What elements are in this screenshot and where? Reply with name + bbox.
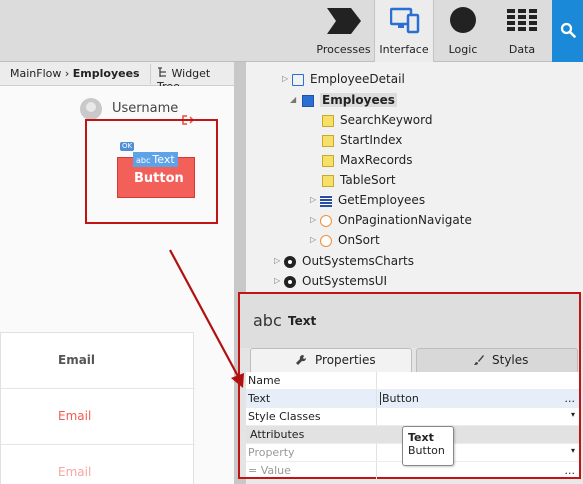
expand-arrow-icon[interactable]: ▷ bbox=[274, 256, 280, 265]
dropdown-arrow-icon[interactable]: ▾ bbox=[571, 410, 575, 419]
top-toolbar: Processes Interface Logic Data bbox=[0, 0, 583, 62]
tree-item-label: GetEmployees bbox=[338, 193, 426, 207]
property-key: Text bbox=[248, 392, 271, 405]
variable-icon bbox=[322, 175, 334, 187]
properties-header: abc Text bbox=[240, 294, 579, 348]
attributes-heading: Attributes bbox=[250, 428, 305, 441]
tab-properties[interactable]: Properties bbox=[250, 348, 412, 372]
grid-separator bbox=[376, 372, 377, 389]
text-chip-label: Text bbox=[152, 153, 175, 166]
dropdown-arrow-icon[interactable]: ▾ bbox=[571, 446, 575, 455]
action-icon bbox=[320, 215, 332, 227]
expand-arrow-icon[interactable]: ▷ bbox=[282, 74, 288, 83]
grid-separator bbox=[376, 390, 377, 407]
table-row[interactable]: Email bbox=[1, 389, 195, 445]
module-icon bbox=[284, 256, 296, 268]
widget-tree-button[interactable]: Widget Tree bbox=[150, 64, 234, 93]
avatar bbox=[80, 98, 102, 120]
tab-interface-label: Interface bbox=[379, 43, 429, 56]
tab-processes[interactable]: Processes bbox=[313, 0, 374, 62]
tooltip-value: Button bbox=[408, 444, 445, 457]
screen-icon bbox=[292, 74, 304, 86]
expression-editor-button[interactable]: ... bbox=[565, 464, 576, 477]
property-row-name[interactable]: Name bbox=[246, 372, 579, 390]
table-row[interactable]: Email bbox=[1, 445, 195, 484]
property-key: Style Classes bbox=[248, 410, 321, 423]
table-header-row: Email bbox=[1, 333, 195, 389]
properties-title: Text bbox=[288, 314, 317, 328]
attribute-property-key: Property bbox=[248, 446, 295, 459]
expand-arrow-icon[interactable]: ▷ bbox=[310, 235, 316, 244]
tree-item-label: Employees bbox=[320, 93, 397, 107]
variable-icon bbox=[322, 135, 334, 147]
attribute-value-key: = Value bbox=[248, 464, 291, 477]
tree-item-label: OnSort bbox=[338, 233, 380, 247]
tooltip-title: Text bbox=[408, 431, 434, 444]
property-row-style-classes[interactable]: Style Classes ▾ bbox=[246, 408, 579, 426]
grid-separator bbox=[376, 408, 377, 425]
tooltip: Text Button bbox=[402, 426, 454, 466]
tab-data-label: Data bbox=[508, 43, 536, 56]
interface-icon bbox=[390, 7, 420, 34]
breadcrumb: MainFlow › Employees Widget Tree bbox=[0, 62, 234, 93]
property-value-input[interactable]: Button bbox=[380, 392, 419, 405]
data-icon bbox=[507, 9, 537, 31]
variable-icon bbox=[322, 155, 334, 167]
breadcrumb-flow[interactable]: MainFlow bbox=[10, 67, 61, 80]
tab-logic-label: Logic bbox=[448, 43, 478, 56]
search-button[interactable] bbox=[552, 0, 583, 62]
tree-item-label: EmployeeDetail bbox=[310, 72, 405, 86]
text-widget-chip[interactable]: abc Text bbox=[133, 152, 178, 167]
expand-arrow-icon[interactable]: ▷ bbox=[310, 215, 316, 224]
processes-icon bbox=[327, 8, 361, 34]
table-cell-email: Email bbox=[58, 465, 92, 479]
interface-tree: ▷ EmployeeDetail ◢ Employees SearchKeywo… bbox=[246, 62, 583, 294]
wrench-icon bbox=[296, 354, 307, 365]
property-row-text[interactable]: Text Button ... bbox=[246, 390, 579, 408]
table-header-email: Email bbox=[58, 353, 96, 367]
tree-item-label: OutSystemsCharts bbox=[302, 254, 414, 268]
tab-processes-label: Processes bbox=[316, 43, 371, 56]
tree-item-label: OutSystemsUI bbox=[302, 274, 388, 288]
expression-editor-button[interactable]: ... bbox=[565, 392, 576, 405]
logic-icon bbox=[450, 7, 476, 33]
screen-icon bbox=[302, 95, 314, 107]
tree-item-label: SearchKeyword bbox=[340, 113, 433, 127]
grid-separator bbox=[376, 444, 377, 461]
search-icon bbox=[560, 22, 576, 38]
tab-styles-label: Styles bbox=[492, 353, 529, 367]
tab-styles[interactable]: Styles bbox=[416, 348, 578, 372]
text-chip-abc: abc bbox=[136, 156, 151, 165]
expand-arrow-icon[interactable]: ▷ bbox=[274, 276, 280, 285]
text-widget-icon: abc bbox=[253, 311, 282, 330]
tab-logic[interactable]: Logic bbox=[434, 0, 492, 62]
aggregate-icon bbox=[320, 195, 332, 207]
tree-item-label: TableSort bbox=[340, 173, 396, 187]
collapse-arrow-icon[interactable]: ◢ bbox=[290, 95, 296, 104]
tree-item-label: OnPaginationNavigate bbox=[338, 213, 472, 227]
expand-arrow-icon[interactable]: ▷ bbox=[310, 195, 316, 204]
canvas-button-label: Button bbox=[134, 171, 184, 186]
breadcrumb-screen[interactable]: Employees bbox=[73, 67, 140, 80]
ok-badge: OK bbox=[120, 142, 135, 151]
action-icon bbox=[320, 235, 332, 247]
widget-tree-icon bbox=[158, 67, 166, 77]
breadcrumb-separator: › bbox=[61, 67, 73, 80]
username-label: Username bbox=[112, 101, 179, 116]
brush-icon bbox=[474, 355, 484, 365]
tab-interface[interactable]: Interface bbox=[374, 0, 434, 62]
tree-item-label: StartIndex bbox=[340, 133, 403, 147]
table-cell-email: Email bbox=[58, 409, 92, 423]
tree-item-label: MaxRecords bbox=[340, 153, 413, 167]
property-key: Name bbox=[248, 374, 281, 387]
tab-properties-label: Properties bbox=[315, 353, 376, 367]
module-icon bbox=[284, 276, 296, 288]
grid-separator bbox=[376, 462, 377, 479]
employees-table: Email Email Email bbox=[0, 332, 195, 484]
variable-icon bbox=[322, 115, 334, 127]
tab-data[interactable]: Data bbox=[492, 0, 552, 62]
